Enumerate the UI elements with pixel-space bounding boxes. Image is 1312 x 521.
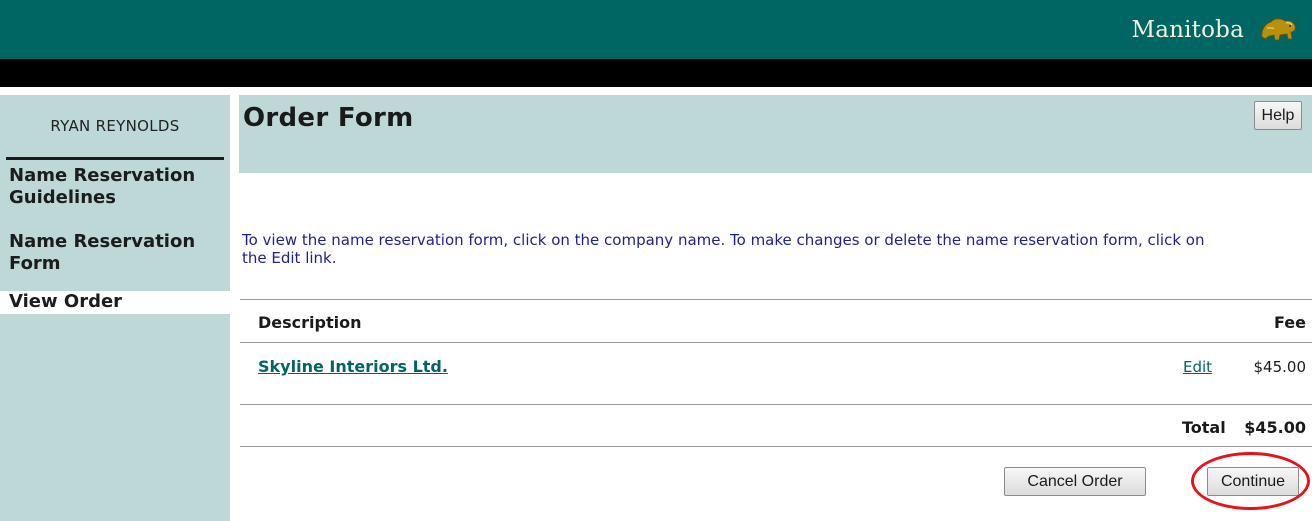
page-header: Order Form Help xyxy=(239,95,1312,173)
sidebar-divider xyxy=(6,157,224,160)
brand-wordmark: Manitoba xyxy=(1131,17,1244,43)
column-header-fee: Fee xyxy=(1274,313,1306,332)
header-band: Manitoba xyxy=(0,0,1312,59)
manitoba-bison-icon xyxy=(1261,18,1296,41)
table-divider xyxy=(240,446,1312,447)
table-divider xyxy=(240,342,1312,343)
total-value: $45.00 xyxy=(1244,418,1306,437)
total-label: Total xyxy=(1182,418,1226,437)
sidebar-item-name-reservation-guidelines[interactable]: Name Reservation Guidelines xyxy=(0,165,230,209)
table-divider xyxy=(240,404,1312,405)
sidebar-item-view-order[interactable]: View Order xyxy=(0,291,230,314)
page-title: Order Form xyxy=(243,103,414,133)
company-name-link[interactable]: Skyline Interiors Ltd. xyxy=(258,357,448,376)
manitoba-logo: Manitoba xyxy=(1131,14,1298,46)
cancel-order-button[interactable]: Cancel Order xyxy=(1004,467,1146,496)
help-button[interactable]: Help xyxy=(1254,101,1302,130)
user-name: RYAN REYNOLDS xyxy=(50,117,180,135)
sidebar-item-name-reservation-form[interactable]: Name Reservation Form xyxy=(0,231,230,275)
sidebar: RYAN REYNOLDS Name Reservation Guideline… xyxy=(0,95,230,521)
edit-link[interactable]: Edit xyxy=(1183,358,1212,376)
header-stripe xyxy=(0,59,1312,87)
continue-button[interactable]: Continue xyxy=(1207,467,1299,496)
table-divider xyxy=(240,299,1312,300)
row-fee: $45.00 xyxy=(1253,358,1307,376)
instructions-text: To view the name reservation form, click… xyxy=(242,231,1205,267)
column-header-description: Description xyxy=(258,313,362,332)
